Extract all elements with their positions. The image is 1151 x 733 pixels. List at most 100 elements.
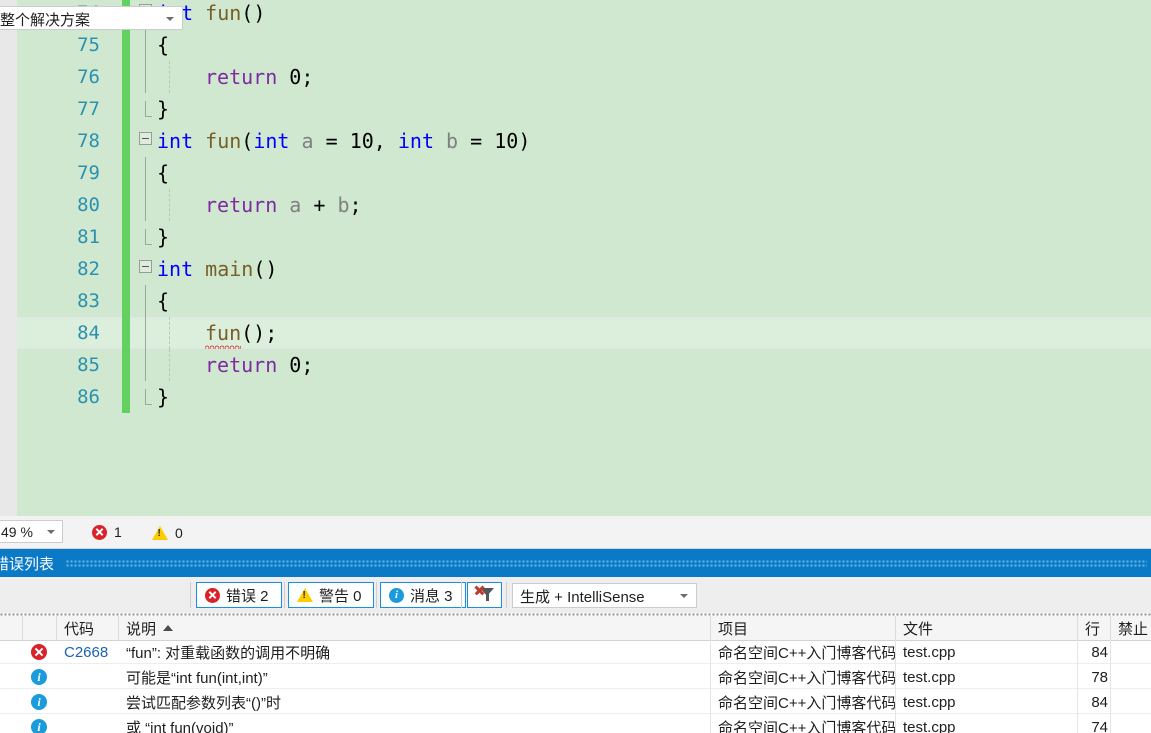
column-header-sev[interactable]	[22, 616, 56, 640]
error-code-cell[interactable]	[58, 665, 122, 689]
chevron-down-icon[interactable]	[680, 594, 688, 598]
code-token: =	[458, 129, 495, 153]
code-token: b	[446, 129, 459, 153]
fold-guide-line	[145, 189, 146, 221]
code-text[interactable]: {	[157, 33, 169, 57]
info-circle-icon	[31, 669, 47, 685]
code-text[interactable]: fun();	[205, 321, 277, 349]
fold-guide-line	[145, 29, 146, 61]
description-cell: 尝试匹配参数列表“()”时	[126, 694, 281, 712]
indent-guide	[169, 317, 170, 349]
warnings-toggle-button[interactable]: 警告 0	[288, 582, 374, 608]
suppression-cell	[1112, 640, 1151, 664]
scope-filter-combobox[interactable]: 整个解决方案	[0, 6, 183, 30]
column-header-supp[interactable]: 禁止	[1110, 616, 1151, 640]
fold-guide-line	[145, 61, 146, 93]
code-token: a	[301, 129, 314, 153]
code-text[interactable]: return 0;	[205, 353, 313, 377]
column-header-line[interactable]: 行	[1077, 616, 1110, 640]
code-token: ;	[349, 193, 362, 217]
change-indicator-bar	[122, 253, 130, 285]
visual-studio-window: 74int fun()75{76return 0;77}78int fun(in…	[0, 0, 1151, 733]
column-header-file[interactable]: 文件	[895, 616, 1077, 640]
clear-filter-button[interactable]	[467, 582, 502, 608]
error-code-cell[interactable]: C2668	[58, 640, 122, 664]
editor-text-surface[interactable]: 74int fun()75{76return 0;77}78int fun(in…	[17, 0, 1151, 516]
error-circle-icon	[31, 644, 47, 660]
status-error-count[interactable]: 1	[92, 524, 122, 540]
code-line[interactable]: 74int fun()	[17, 0, 1151, 29]
code-line[interactable]: 76 return 0;	[17, 61, 1151, 93]
suppression-cell	[1112, 715, 1151, 733]
code-text[interactable]: int fun(int a = 10, int b = 10)	[157, 129, 530, 153]
column-header-label: 项目	[718, 620, 749, 638]
code-line[interactable]: 82 int main()	[17, 253, 1151, 285]
error-list-panel-title-bar[interactable]: 错误列表	[0, 549, 1151, 577]
panel-drag-handle[interactable]	[66, 560, 1147, 568]
file-cell: test.cpp	[903, 718, 956, 733]
code-line[interactable]: 85 return 0;	[17, 349, 1151, 381]
code-editor[interactable]: 74int fun()75{76return 0;77}78int fun(in…	[0, 0, 1151, 516]
chevron-down-icon[interactable]	[47, 530, 55, 534]
status-warning-count[interactable]: 0	[152, 525, 183, 541]
code-text[interactable]: {	[157, 289, 169, 313]
toolbar-separator	[284, 582, 285, 608]
warnings-toggle-label: 警告 0	[319, 587, 362, 605]
error-code-cell[interactable]	[58, 690, 122, 714]
fold-guide-line	[145, 157, 146, 189]
code-token: {	[157, 161, 170, 185]
messages-toggle-button[interactable]: 消息 3	[380, 582, 466, 608]
code-token: fun	[205, 321, 242, 349]
code-line[interactable]: 83 {	[17, 285, 1151, 317]
table-row[interactable]: 可能是“int fun(int,int)” 命名空间C++入门博客代码 test.c…	[0, 665, 1151, 689]
code-line[interactable]: 77}	[17, 93, 1151, 125]
change-indicator-bar	[122, 317, 130, 349]
code-text[interactable]: return a + b;	[205, 193, 362, 217]
code-token: ()	[253, 257, 278, 281]
column-divider	[1110, 640, 1111, 733]
code-line[interactable]: 80 return a + b;	[17, 189, 1151, 221]
code-line[interactable]: 84 fun();	[17, 317, 1151, 349]
code-text[interactable]: }	[157, 385, 169, 409]
code-text[interactable]: {	[157, 161, 169, 185]
code-line[interactable]: 79 {	[17, 157, 1151, 189]
table-row[interactable]: 尝试匹配参数列表“()”时命名空间C++入门博客代码test.cpp84	[0, 690, 1151, 714]
fold-guide-line	[145, 389, 152, 405]
code-line[interactable]: 75 {	[17, 29, 1151, 61]
code-text[interactable]: return 0;	[205, 65, 313, 89]
column-header-label: 禁止	[1118, 620, 1149, 638]
code-line[interactable]: 86}	[17, 381, 1151, 413]
code-text[interactable]: int main()	[157, 257, 277, 281]
column-header-code[interactable]: 代码	[56, 616, 118, 640]
chevron-down-icon[interactable]	[166, 17, 174, 21]
code-token: (	[241, 129, 254, 153]
table-row[interactable]: C2668 “fun”: 对重载函数的调用不明确 命名空间C++入门博客代码 test…	[0, 640, 1151, 664]
errors-toggle-button[interactable]: 错误 2	[196, 582, 282, 608]
code-token: =	[313, 129, 350, 153]
indent-guide	[169, 349, 170, 381]
error-code-cell[interactable]	[58, 715, 122, 733]
code-text[interactable]: }	[157, 225, 169, 249]
code-line[interactable]: 78 int fun(int a = 10, int b = 10)	[17, 125, 1151, 157]
error-list-body[interactable]: C2668 “fun”: 对重载函数的调用不明确 命名空间C++入门博客代码 test…	[0, 640, 1151, 733]
collapse-minus-icon[interactable]	[139, 132, 152, 145]
column-header-desc[interactable]: 说明	[118, 616, 710, 640]
status-error-count-value: 1	[114, 524, 122, 540]
file-cell: test.cpp	[903, 668, 956, 686]
toolbar-separator	[376, 582, 377, 608]
column-header-proj[interactable]: 项目	[710, 616, 895, 640]
table-row[interactable]: 或 “int fun(void)”命名空间C++入门博客代码test.cpp74	[0, 715, 1151, 733]
code-text[interactable]: }	[157, 97, 169, 121]
code-line[interactable]: 81}	[17, 221, 1151, 253]
project-cell: 命名空间C++入门博客代码	[718, 644, 897, 662]
zoom-level-combobox[interactable]: 49 %	[0, 520, 63, 543]
build-intellisense-combobox[interactable]: 生成 + IntelliSense	[512, 583, 697, 608]
change-indicator-bar	[122, 125, 130, 157]
description-cell: 可能是“int fun(int,int)”	[126, 669, 268, 687]
collapse-minus-icon[interactable]	[139, 260, 152, 273]
